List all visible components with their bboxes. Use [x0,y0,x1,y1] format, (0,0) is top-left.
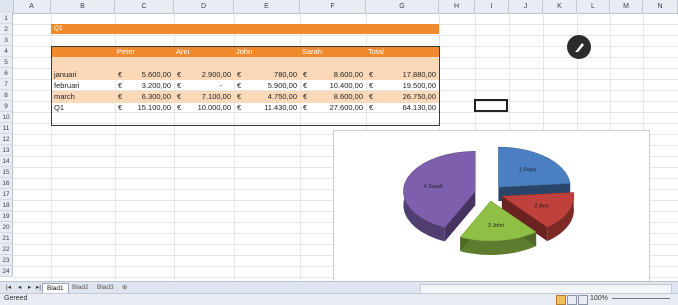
column-header[interactable]: A [13,0,51,13]
row-header[interactable]: 24 [0,266,13,277]
table-cell[interactable]: 27.600,00 [300,103,363,113]
row-header[interactable]: 16 [0,178,13,189]
row-label[interactable]: Q1 [54,103,64,113]
row-header[interactable]: 6 [0,68,13,79]
table-cell[interactable]: 4.750,00 [234,92,297,102]
row-header[interactable]: 7 [0,79,13,90]
table-cell[interactable]: 15.100,00 [115,103,171,113]
row-header[interactable]: 11 [0,123,13,134]
pie-chart-svg: 1 Peter 2 Ann 3 John 4 Sarah [403,146,575,255]
new-sheet-icon[interactable]: ⊕ [118,283,131,293]
column-header[interactable]: H [439,0,475,13]
row-header[interactable]: 5 [0,57,13,68]
row-label[interactable]: februari [54,81,79,91]
pie-slice-label: 1 Peter [519,167,537,173]
column-header[interactable]: E [234,0,300,13]
status-mode: Gereed [4,295,28,302]
column-header[interactable]: B [51,0,115,13]
table-cell[interactable]: 3.200,00 [115,81,171,91]
row-header[interactable]: 15 [0,167,13,178]
row-header[interactable]: 21 [0,233,13,244]
table-cell[interactable]: 11.430,00 [234,103,297,113]
pen-icon[interactable] [567,35,591,59]
row-header[interactable]: 14 [0,156,13,167]
pie-slice-label: 3 John [488,223,505,229]
row-header[interactable]: 3 [0,35,13,46]
pie-slice[interactable] [403,151,476,242]
row-header[interactable]: 18 [0,200,13,211]
column-header[interactable]: D [174,0,234,13]
column-header[interactable]: M [610,0,643,13]
table-cell[interactable]: 10.400,00 [300,81,363,91]
table-cell[interactable]: 64.130,00 [366,103,436,113]
row-header[interactable]: 19 [0,211,13,222]
select-all-corner[interactable] [0,0,14,13]
row-header[interactable]: 20 [0,222,13,233]
table-cell[interactable]: 19.500,00 [366,81,436,91]
column-header-bar: A B C D E F G H I J K L M N [0,0,678,14]
table-cell[interactable]: 17.880,00 [366,70,436,80]
column-header[interactable]: F [300,0,366,13]
tab-nav-first[interactable]: |◂ [2,283,15,293]
column-header[interactable]: K [543,0,577,13]
row-header[interactable]: 17 [0,189,13,200]
zoom-slider[interactable] [612,298,670,299]
table-cell[interactable]: 7.100,00 [174,92,231,102]
row-header[interactable]: 9 [0,101,13,112]
title-cell[interactable]: Q1 [54,24,63,34]
row-header[interactable]: 23 [0,255,13,266]
column-header[interactable]: J [509,0,543,13]
row-header[interactable]: 1 [0,13,13,24]
tab-blad3[interactable]: Blad3 [93,283,118,293]
pie-slice-label: 4 Sarah [424,184,443,190]
column-header[interactable]: L [577,0,610,13]
table-cell[interactable]: 2.900,00 [174,70,231,80]
column-header[interactable]: C [115,0,174,13]
table-cell[interactable]: 26.750,00 [366,92,436,102]
pie-slice-label: 2 Ann [535,203,549,209]
row-header[interactable]: 12 [0,134,13,145]
row-header[interactable]: 13 [0,145,13,156]
title-band [51,24,439,34]
table-cell[interactable]: 5.900,00 [234,81,297,91]
column-header[interactable]: N [643,0,678,13]
table-cell[interactable]: 8.600,00 [300,70,363,80]
row-header[interactable]: 10 [0,112,13,123]
row-header[interactable]: 8 [0,90,13,101]
active-cell[interactable] [474,99,508,112]
column-header[interactable]: I [475,0,509,13]
table-cell[interactable]: - [174,81,223,91]
pie-chart[interactable]: 1 Peter 2 Ann 3 John 4 Sarah [333,130,650,282]
table-cell[interactable]: 5.600,00 [115,70,171,80]
table-cell[interactable]: 10.000,00 [174,103,231,113]
table-cell[interactable]: 6.300,00 [115,92,171,102]
table-cell[interactable]: 8.600,00 [300,92,363,102]
row-header[interactable]: 4 [0,46,13,57]
status-bar: Gereed 100% [0,293,678,305]
zoom-level: 100% [590,295,608,302]
row-header[interactable]: 22 [0,244,13,255]
table-cell[interactable]: 780,00 [234,70,297,80]
row-label[interactable]: januari [54,70,77,80]
row-header[interactable]: 2 [0,24,13,35]
row-label[interactable]: march [54,92,75,102]
column-header[interactable]: G [366,0,439,13]
tab-blad2[interactable]: Blad2 [68,283,93,293]
